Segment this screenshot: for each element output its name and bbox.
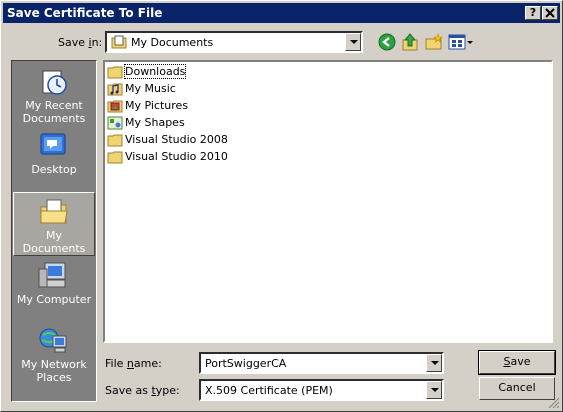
save-as-type-select[interactable]: X.509 Certificate (PEM) bbox=[199, 379, 444, 401]
cancel-button[interactable]: Cancel bbox=[479, 377, 555, 400]
title-bar[interactable]: Save Certificate To File ? bbox=[3, 3, 560, 23]
file-name-value[interactable]: PortSwiggerCA bbox=[205, 357, 286, 370]
file-name-label: File name: bbox=[105, 357, 162, 370]
save-certificate-dialog: Save Certificate To File ? Save in: My D… bbox=[0, 0, 563, 412]
place-my-recent-documents[interactable]: My Recent Documents bbox=[13, 63, 95, 127]
place-label: Desktop bbox=[31, 163, 77, 176]
save-in-combo[interactable]: My Documents bbox=[105, 31, 363, 53]
pictures-folder-icon bbox=[107, 100, 123, 113]
window-title: Save Certificate To File bbox=[7, 6, 163, 20]
place-label: My Recent Documents bbox=[22, 99, 86, 125]
my-documents-icon bbox=[40, 199, 68, 224]
shapes-folder-icon bbox=[107, 116, 123, 130]
save-in-label: Save in: bbox=[58, 36, 103, 49]
desktop-icon bbox=[40, 133, 66, 155]
music-folder-icon bbox=[107, 83, 123, 96]
file-name-field[interactable]: PortSwiggerCA bbox=[199, 352, 444, 374]
save-as-type-label: Save as type: bbox=[105, 384, 180, 397]
up-folder-icon[interactable] bbox=[401, 33, 419, 51]
views-menu-icon[interactable] bbox=[448, 33, 474, 51]
close-icon bbox=[545, 8, 555, 18]
place-label: My Computer bbox=[16, 293, 92, 306]
place-label: My Documents bbox=[22, 229, 86, 255]
resize-grip-icon[interactable] bbox=[548, 397, 560, 409]
place-label: My Network Places bbox=[21, 358, 87, 384]
places-bar: My Recent Documents Desktop My Documents bbox=[11, 60, 97, 402]
my-documents-small-icon bbox=[111, 35, 127, 49]
new-folder-icon[interactable] bbox=[425, 33, 443, 51]
place-desktop[interactable]: Desktop bbox=[13, 127, 95, 191]
folder-icon bbox=[107, 151, 123, 164]
folder-icon bbox=[107, 134, 123, 147]
network-places-icon bbox=[39, 328, 67, 353]
save-as-type-value: X.509 Certificate (PEM) bbox=[205, 384, 333, 397]
file-name-dropdown-button[interactable] bbox=[426, 354, 442, 372]
my-computer-icon bbox=[38, 262, 66, 288]
back-icon[interactable] bbox=[378, 33, 396, 51]
close-button[interactable] bbox=[542, 6, 558, 20]
file-list[interactable]: Downloads My Music My Pictures My Shapes… bbox=[103, 60, 553, 343]
folder-icon bbox=[107, 66, 123, 79]
help-button[interactable]: ? bbox=[525, 6, 541, 20]
recent-documents-icon bbox=[42, 70, 67, 95]
place-my-documents[interactable]: My Documents bbox=[13, 192, 95, 256]
save-in-value: My Documents bbox=[131, 36, 214, 49]
save-button[interactable]: Save bbox=[478, 350, 556, 375]
save-as-type-dropdown-button[interactable] bbox=[426, 381, 442, 399]
place-my-computer[interactable]: My Computer bbox=[13, 257, 95, 321]
save-in-dropdown-button[interactable] bbox=[345, 33, 361, 51]
place-my-network-places[interactable]: My Network Places bbox=[13, 322, 95, 386]
